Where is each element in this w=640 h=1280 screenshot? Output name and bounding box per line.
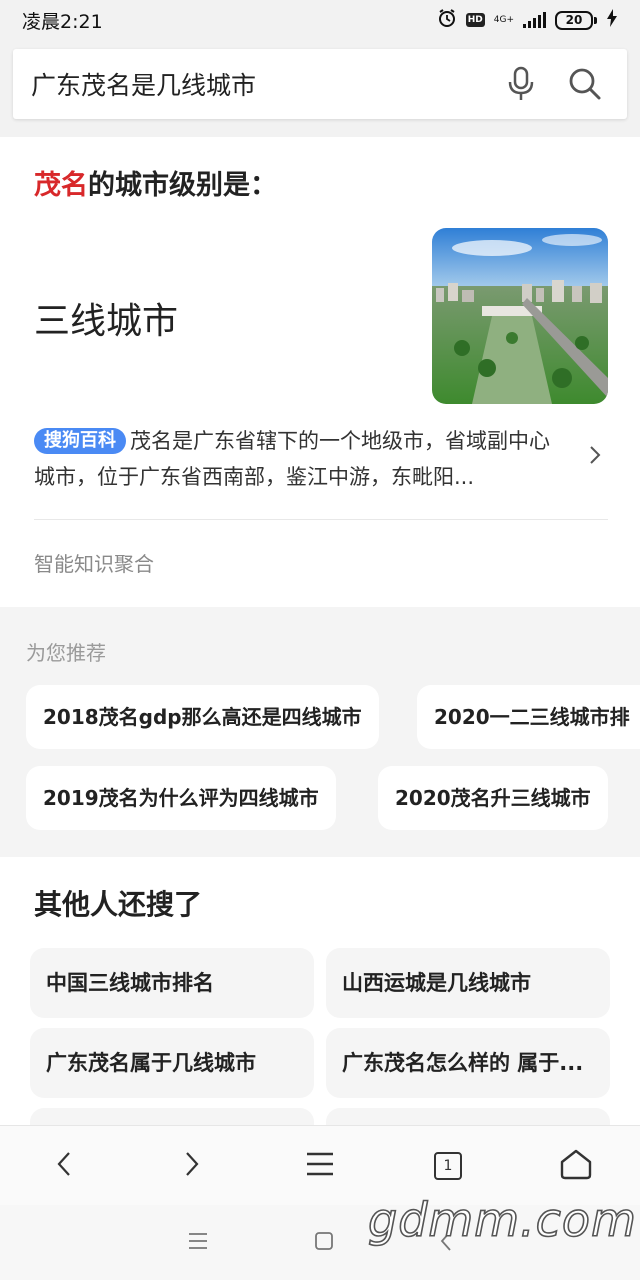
back-button[interactable]: [29, 1131, 99, 1201]
related-item[interactable]: 中国三线城市排名: [30, 948, 314, 1018]
charging-icon: [606, 9, 618, 31]
related-searches: 其他人还搜了 中国三线城市排名 山西运城是几线城市 广东茂名属于几线城市 广东茂…: [0, 857, 640, 1125]
home-button[interactable]: [541, 1131, 611, 1201]
answer-title-rest: 的城市级别是：: [88, 170, 277, 201]
recommend-chip[interactable]: 2020一二三线城市排: [417, 685, 640, 749]
battery-level: 20: [565, 13, 583, 27]
answer-footer: 智能知识聚合: [34, 552, 154, 576]
status-time: 凌晨2:21: [22, 10, 103, 33]
recommend-chip[interactable]: 2019茂名为什么评为四线城市: [26, 766, 336, 830]
recommend-chip[interactable]: 2018茂名gdp那么高还是四线城市: [26, 685, 379, 749]
answer-card[interactable]: 茂名的城市级别是： 三线城市 搜狗百科 茂名是广东省辖下的一个地级市，省域副中心…: [0, 137, 640, 607]
hd-icon: HD: [465, 13, 485, 27]
related-item[interactable]: 山西运城是几线城市: [326, 948, 610, 1018]
divider: [34, 519, 608, 520]
answer-title-highlight: 茂名: [34, 170, 88, 201]
city-photo[interactable]: [432, 228, 608, 404]
forward-icon: [184, 1150, 200, 1182]
answer-value: 三线城市: [34, 301, 179, 342]
answer-title: 茂名的城市级别是：: [34, 163, 277, 202]
tabs-button[interactable]: 1: [413, 1131, 483, 1201]
recommend-chip[interactable]: 2020茂名升三线城市: [378, 766, 608, 830]
related-item[interactable]: 广东茂名属于几线城市: [30, 1028, 314, 1098]
menu-icon: [305, 1151, 335, 1181]
recommend-section: 为您推荐 2018茂名gdp那么高还是四线城市 2020一二三线城市排 2019…: [0, 607, 640, 857]
forward-button[interactable]: [157, 1131, 227, 1201]
related-title: 其他人还搜了: [34, 888, 203, 921]
recommend-title: 为您推荐: [26, 641, 106, 665]
alarm-icon: [437, 8, 457, 32]
related-item[interactable]: 广东茂名怎么样的 属于...: [326, 1028, 610, 1098]
search-icon[interactable]: [563, 62, 607, 106]
home-icon: [559, 1148, 593, 1184]
network-label: 4G+: [493, 15, 514, 25]
chevron-right-icon[interactable]: [587, 443, 603, 471]
status-bar: 凌晨2:21 HD 4G+ 20: [0, 0, 640, 40]
source-badge[interactable]: 搜狗百科: [34, 428, 126, 454]
answer-description[interactable]: 搜狗百科 茂名是广东省辖下的一个地级市，省域副中心城市，位于广东省西南部，鉴江中游…: [34, 423, 564, 495]
search-input[interactable]: 广东茂名是几线城市: [13, 49, 627, 119]
battery-icon: 20: [555, 10, 593, 30]
signal-icon: [523, 12, 546, 28]
related-item[interactable]: [30, 1108, 314, 1125]
back-icon: [56, 1150, 72, 1182]
recent-apps-icon[interactable]: [187, 1232, 209, 1254]
tabs-icon: 1: [434, 1151, 462, 1180]
status-icons: HD 4G+ 20: [437, 8, 618, 32]
related-item[interactable]: [326, 1108, 610, 1125]
search-area: 广东茂名是几线城市: [0, 40, 640, 137]
home-nav-icon[interactable]: [314, 1231, 334, 1255]
search-query[interactable]: 广东茂名是几线城市: [31, 66, 499, 102]
mic-icon[interactable]: [499, 62, 543, 106]
menu-button[interactable]: [285, 1131, 355, 1201]
watermark: gdmm.com: [367, 1192, 637, 1248]
